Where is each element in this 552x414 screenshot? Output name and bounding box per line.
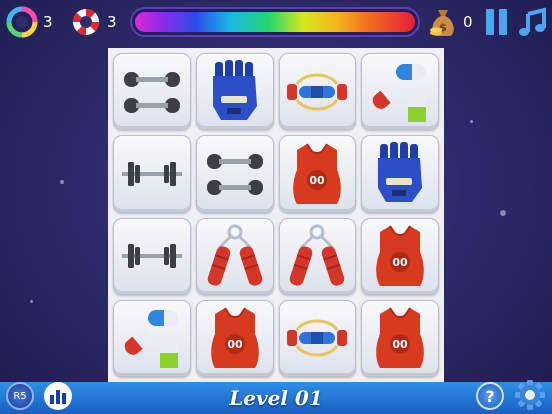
shuffle-icon (6, 6, 38, 38)
background-sparkle (470, 120, 473, 123)
leaderboard-icon (50, 390, 66, 404)
money-bag-icon: $ (430, 10, 454, 36)
tile-pills[interactable] (113, 299, 191, 377)
jersey-number: 00 (310, 174, 326, 187)
lifebuoy-counter[interactable]: 3 (70, 6, 117, 38)
music-toggle-button[interactable] (518, 6, 548, 38)
pills-icon (118, 304, 186, 372)
rank-badge-button[interactable]: R5 (6, 382, 34, 410)
jersey-number: 00 (392, 256, 408, 269)
rainbow-timer-bar (130, 7, 420, 37)
gear-icon (515, 380, 545, 410)
tile-glove[interactable] (361, 135, 439, 213)
hand-gripper-icon (201, 222, 269, 290)
tile-pills[interactable] (361, 53, 439, 131)
glove-icon (201, 58, 269, 126)
tile-barbell[interactable] (113, 135, 191, 213)
rainbow-timer-fill (135, 12, 415, 32)
expander-icon (283, 58, 351, 126)
expander-icon (283, 304, 351, 372)
jersey-icon: 00 (283, 140, 351, 208)
tile-expander[interactable] (278, 299, 357, 377)
background-sparkle (30, 300, 33, 303)
tile-jersey[interactable]: 00 (278, 135, 357, 213)
glove-icon (366, 140, 434, 208)
background-sparkle (60, 180, 64, 184)
jersey-number: 00 (392, 338, 408, 351)
jersey-icon: 00 (366, 304, 434, 372)
tile-hand-gripper[interactable] (278, 217, 357, 295)
level-label: Level 01 (229, 386, 323, 410)
jersey-icon: 00 (366, 222, 434, 290)
leaderboard-button[interactable] (44, 382, 72, 410)
barbell-icon (118, 140, 186, 208)
help-button[interactable]: ? (476, 382, 504, 410)
tile-expander[interactable] (278, 53, 357, 131)
tile-hand-gripper[interactable] (195, 217, 274, 295)
coins-count: 0 (463, 13, 473, 31)
tile-jersey[interactable]: 00 (361, 299, 439, 377)
lifebuoy-count: 3 (107, 13, 117, 31)
tile-jersey[interactable]: 00 (361, 217, 439, 295)
settings-button[interactable] (514, 379, 546, 411)
tile-dumbbell-pair[interactable] (195, 135, 274, 213)
shuffle-counter[interactable]: 3 (6, 6, 53, 38)
hand-gripper-icon (283, 222, 351, 290)
pause-button[interactable] (484, 6, 510, 38)
tile-jersey[interactable]: 00 (195, 299, 274, 377)
background-sparkle (500, 210, 506, 216)
shuffle-count: 3 (43, 13, 53, 31)
jersey-icon: 00 (201, 304, 269, 372)
tile-glove[interactable] (195, 53, 274, 131)
help-question-mark: ? (485, 386, 495, 406)
dumbbell-pair-icon (201, 140, 269, 208)
coins-counter[interactable]: $ 0 (428, 6, 473, 38)
game-board: 00 00 00 00 (108, 48, 444, 382)
lifebuoy-icon (72, 8, 100, 36)
tile-barbell[interactable] (113, 217, 191, 295)
jersey-number: 00 (227, 338, 243, 351)
pause-icon (486, 9, 507, 35)
bottom-bar: Level 01 (0, 382, 552, 414)
rank-badge-text: R5 (13, 390, 27, 402)
barbell-icon (118, 222, 186, 290)
dumbbell-pair-icon (118, 58, 186, 126)
pills-icon (366, 58, 434, 126)
tile-dumbbell-pair[interactable] (113, 53, 191, 131)
music-note-icon (519, 7, 546, 36)
